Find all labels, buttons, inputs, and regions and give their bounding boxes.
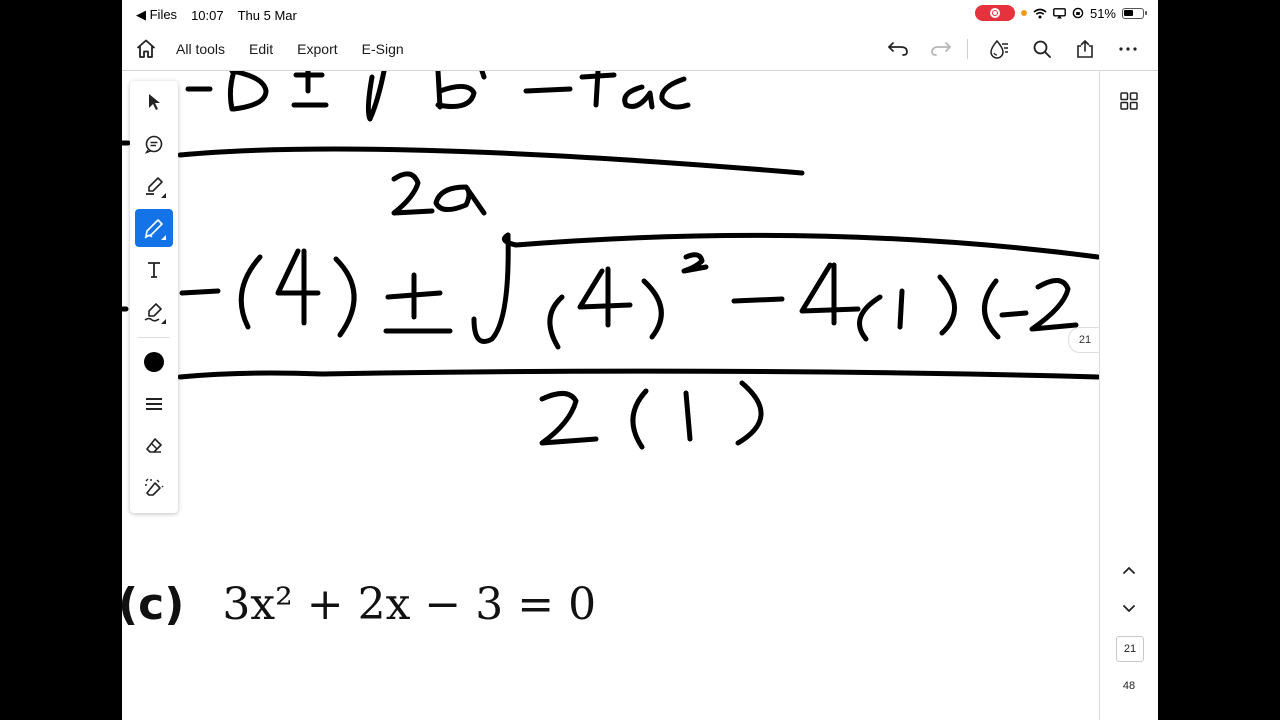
document-canvas[interactable]: (c) 3x² + 2x − 3 = 0 21: [122, 71, 1099, 720]
submenu-indicator-icon: [161, 319, 166, 324]
line-weight-icon: [146, 398, 162, 410]
share-button[interactable]: [1073, 37, 1097, 61]
menu-edit[interactable]: Edit: [249, 41, 273, 57]
problem-label: (c): [122, 579, 185, 630]
undo-icon: [888, 42, 908, 56]
current-page-input[interactable]: 21: [1116, 636, 1144, 662]
comment-icon: [144, 135, 163, 154]
status-date: Thu 5 Mar: [237, 7, 297, 23]
highlighter-tool[interactable]: [135, 167, 173, 205]
clear-annotations-tool[interactable]: [135, 469, 173, 507]
screen-recording-icon[interactable]: [974, 5, 1015, 21]
page-number-badge[interactable]: 21: [1068, 327, 1099, 353]
previous-page-button[interactable]: [1117, 558, 1141, 582]
total-pages: 48: [1122, 680, 1136, 692]
undo-button[interactable]: [886, 37, 910, 61]
problem-c: (c) 3x² + 2x − 3 = 0: [122, 579, 596, 630]
ipad-screen: ◀ Files 10:07 Thu 5 Mar 51% All tools Ed…: [122, 0, 1158, 720]
share-icon: [1077, 40, 1093, 58]
screen-mirroring-icon: [1053, 7, 1066, 18]
stroke-width-picker[interactable]: [135, 385, 173, 423]
redo-button[interactable]: [929, 37, 953, 61]
back-app-label: Files: [149, 7, 178, 22]
menu-all-tools[interactable]: All tools: [176, 41, 225, 57]
back-to-files[interactable]: ◀ Files: [136, 7, 177, 23]
status-bar: ◀ Files 10:07 Thu 5 Mar 51%: [122, 0, 1158, 28]
text-icon: [148, 262, 160, 278]
search-button[interactable]: [1030, 37, 1054, 61]
chevron-up-icon: [1123, 567, 1135, 574]
ink-color-swatch: [144, 352, 164, 372]
submenu-indicator-icon: [161, 235, 166, 240]
problem-equation: 3x² + 2x − 3 = 0: [222, 579, 597, 630]
more-options-button[interactable]: [1116, 37, 1140, 61]
right-navigation-panel: 21 48: [1099, 71, 1158, 720]
palette-divider: [138, 337, 170, 338]
battery-icon: [1122, 7, 1147, 19]
cursor-arrow-icon: [149, 94, 160, 110]
select-tool[interactable]: [135, 83, 173, 121]
menu-export[interactable]: Export: [297, 41, 337, 57]
chevron-down-icon: [1123, 605, 1135, 612]
home-icon[interactable]: [134, 37, 158, 61]
pen-tool[interactable]: [135, 209, 173, 247]
ink-color-picker[interactable]: [135, 343, 173, 381]
more-icon: [1119, 47, 1137, 51]
magic-eraser-icon: [145, 478, 164, 496]
drawing-tools-palette: [130, 81, 178, 513]
redo-icon: [931, 42, 951, 56]
liquid-mode-button[interactable]: [987, 37, 1011, 61]
submenu-indicator-icon: [161, 193, 166, 198]
eraser-icon: [146, 438, 162, 453]
grid-view-icon: [1120, 92, 1138, 110]
add-text-tool[interactable]: [135, 251, 173, 289]
comment-tool[interactable]: [135, 125, 173, 163]
liquid-mode-icon: [990, 39, 1008, 59]
status-time: 10:07: [191, 7, 224, 23]
toolbar-divider: [967, 39, 968, 59]
battery-percent: 51%: [1089, 5, 1116, 21]
orientation-lock-icon: [1072, 7, 1084, 19]
thumbnails-button[interactable]: [1117, 89, 1141, 113]
menu-e-sign[interactable]: E-Sign: [362, 41, 404, 57]
eraser-tool[interactable]: [135, 427, 173, 465]
search-icon: [1033, 40, 1051, 58]
mic-indicator-icon: [1020, 10, 1027, 16]
signature-tool[interactable]: [135, 293, 173, 331]
next-page-button[interactable]: [1117, 597, 1141, 621]
app-toolbar: All tools Edit Export E-Sign: [122, 28, 1158, 71]
wifi-icon: [1033, 8, 1047, 18]
